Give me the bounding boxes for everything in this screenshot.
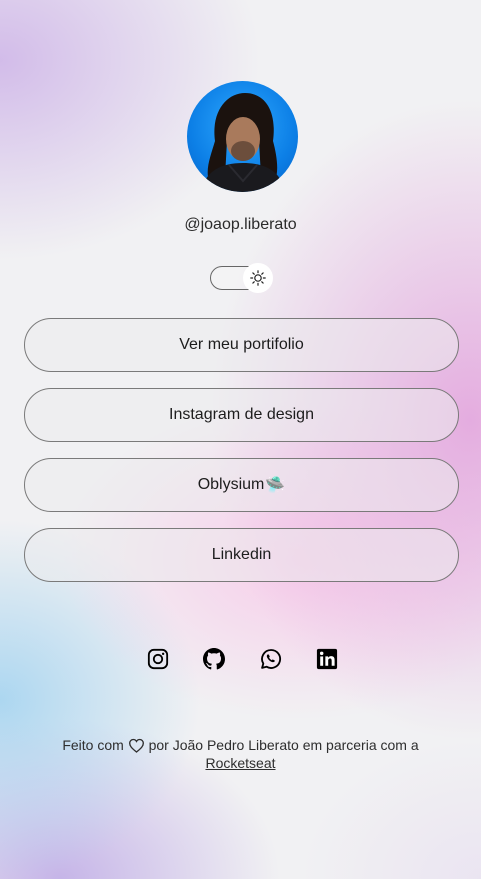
username: @joaop.liberato bbox=[184, 216, 297, 233]
instagram-icon bbox=[147, 648, 169, 670]
avatar bbox=[187, 81, 298, 192]
sun-icon bbox=[250, 270, 266, 286]
footer: Feito com por João Pedro Liberato em par… bbox=[30, 736, 451, 772]
link-label: Instagram de design bbox=[169, 406, 314, 423]
github-link[interactable] bbox=[201, 646, 227, 672]
instagram-link[interactable] bbox=[145, 646, 171, 672]
link-list: Ver meu portifolio Instagram de design O… bbox=[24, 318, 459, 598]
linkedin-icon bbox=[316, 648, 338, 670]
link-portfolio-button[interactable]: Ver meu portifolio bbox=[24, 318, 459, 372]
profile-photo-icon bbox=[201, 93, 285, 192]
github-icon bbox=[203, 648, 226, 670]
link-label: Linkedin bbox=[211, 546, 272, 563]
link-linkedin-button[interactable]: Linkedin bbox=[24, 528, 459, 582]
link-instagram-design-button[interactable]: Instagram de design bbox=[24, 388, 459, 442]
link-label: Oblysium bbox=[197, 476, 265, 493]
theme-toggle-knob[interactable] bbox=[243, 263, 273, 293]
link-oblysium-button[interactable]: Oblysium 🛸 bbox=[24, 458, 459, 512]
heart-icon bbox=[128, 738, 144, 753]
whatsapp-icon bbox=[260, 649, 281, 669]
rocketseat-link[interactable]: Rocketseat bbox=[205, 755, 275, 771]
ufo-emoji: 🛸 bbox=[265, 477, 286, 494]
footer-text-start: Feito com bbox=[62, 737, 124, 753]
footer-text-end: por João Pedro Liberato em parceria com … bbox=[148, 737, 419, 753]
link-label: Ver meu portifolio bbox=[179, 336, 304, 353]
page: @joaop.liberato Ver meu portifolio Insta… bbox=[0, 0, 481, 879]
social-links bbox=[145, 646, 340, 672]
whatsapp-link[interactable] bbox=[258, 646, 284, 672]
linkedin-link[interactable] bbox=[314, 646, 340, 672]
